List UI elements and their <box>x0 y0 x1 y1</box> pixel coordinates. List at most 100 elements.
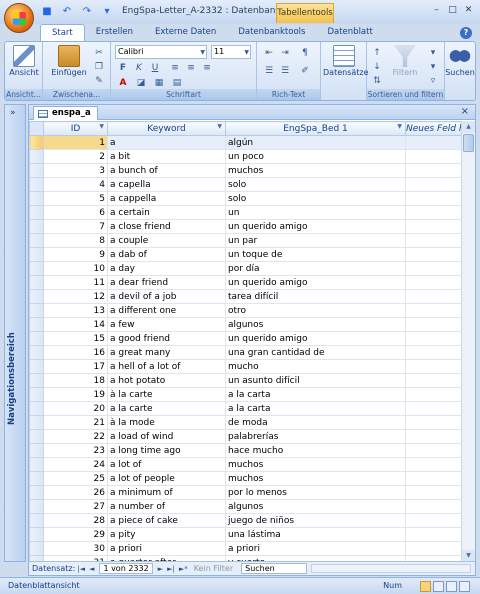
table-row[interactable]: 11 a dear friend un querido amigo <box>29 275 462 290</box>
cell-new-field[interactable] <box>405 191 462 206</box>
table-row[interactable]: 6a certain un <box>29 205 462 220</box>
cell-new-field[interactable] <box>405 345 462 360</box>
cell-id[interactable]: 1 <box>43 135 108 150</box>
cell-keyword[interactable]: a dear friend <box>107 275 226 290</box>
cell-id[interactable]: 12 <box>43 289 108 304</box>
table-row[interactable]: 22 a load of wind palabrerías <box>29 429 462 444</box>
cell-keyword[interactable]: a pity <box>107 527 226 542</box>
table-row[interactable]: 12 a devil of a job tarea difícil <box>29 289 462 304</box>
table-row[interactable]: 13 a different one otro <box>29 303 462 318</box>
cell-engspa-bed-1[interactable]: un toque de <box>225 247 406 262</box>
previous-record-icon[interactable]: ◄ <box>89 565 94 573</box>
cell-new-field[interactable] <box>405 541 462 556</box>
cell-id[interactable]: 15 <box>43 331 108 346</box>
cell-engspa-bed-1[interactable]: por lo menos <box>225 485 406 500</box>
cell-keyword[interactable]: a minimum of <box>107 485 226 500</box>
cell-engspa-bed-1[interactable]: una gran cantidad de <box>225 345 406 360</box>
new-record-icon[interactable]: ►* <box>179 565 188 573</box>
table-row[interactable]: 24 a lot of muchos <box>29 457 462 472</box>
cell-keyword[interactable]: a dab of <box>107 247 226 262</box>
row-selector[interactable] <box>29 471 44 486</box>
redo-icon[interactable]: ↷ <box>80 5 94 18</box>
cell-id[interactable]: 22 <box>43 429 108 444</box>
align-left-icon[interactable]: ≡ <box>167 61 183 75</box>
row-selector[interactable] <box>29 527 44 542</box>
table-row[interactable]: 21 à la mode de moda <box>29 415 462 430</box>
table-row[interactable]: 18 a hot potato un asunto difícil <box>29 373 462 388</box>
minimize-icon[interactable]: – <box>429 4 444 18</box>
cell-keyword[interactable]: a <box>107 135 226 150</box>
row-selector[interactable] <box>29 457 44 472</box>
cut-icon[interactable]: ✂ <box>91 46 107 60</box>
cell-keyword[interactable]: a la carte <box>107 401 226 416</box>
cell-keyword[interactable]: a different one <box>107 303 226 318</box>
column-header-keyword[interactable]: Keyword ▼ <box>107 121 226 136</box>
column-header-engspa-bed-1[interactable]: EngSpa_Bed 1 ▼ <box>225 121 406 136</box>
pivot-table-view-icon[interactable] <box>433 581 444 592</box>
cell-engspa-bed-1[interactable]: otro <box>225 303 406 318</box>
row-selector[interactable] <box>29 191 44 206</box>
cell-id[interactable]: 2 <box>43 149 108 164</box>
cell-engspa-bed-1[interactable]: a la carta <box>225 401 406 416</box>
tab-start[interactable]: Start <box>40 24 85 41</box>
cell-id[interactable]: 20 <box>43 401 108 416</box>
sort-descending-icon[interactable]: ↓ <box>369 60 385 74</box>
row-selector[interactable] <box>29 205 44 220</box>
cell-engspa-bed-1[interactable]: solo <box>225 191 406 206</box>
row-selector[interactable] <box>29 275 44 290</box>
cell-new-field[interactable] <box>405 247 462 262</box>
cell-engspa-bed-1[interactable]: por día <box>225 261 406 276</box>
fill-color-icon[interactable]: ◪ <box>133 76 149 90</box>
table-row[interactable]: 1 a algún <box>29 135 462 150</box>
cell-id[interactable]: 8 <box>43 233 108 248</box>
cell-id[interactable]: 23 <box>43 443 108 458</box>
cell-keyword[interactable]: a devil of a job <box>107 289 226 304</box>
datensaetze-button[interactable]: Datensätze <box>323 45 369 77</box>
cell-new-field[interactable] <box>405 373 462 388</box>
table-row[interactable]: 4a capella solo <box>29 177 462 192</box>
cell-new-field[interactable] <box>405 457 462 472</box>
cell-engspa-bed-1[interactable]: un poco <box>225 149 406 164</box>
tab-externe-daten[interactable]: Externe Daten <box>144 24 227 41</box>
cell-keyword[interactable]: a few <box>107 317 226 332</box>
cell-new-field[interactable] <box>405 471 462 486</box>
cell-new-field[interactable] <box>405 177 462 192</box>
table-row[interactable]: 8a couple un par <box>29 233 462 248</box>
cell-id[interactable]: 3 <box>43 163 108 178</box>
row-selector[interactable] <box>29 261 44 276</box>
close-icon[interactable]: ✕ <box>461 4 476 18</box>
cell-engspa-bed-1[interactable]: una lástima <box>225 527 406 542</box>
filter-status[interactable]: Kein Filter <box>194 564 233 573</box>
table-row[interactable]: 23 a long time ago hace mucho <box>29 443 462 458</box>
row-selector[interactable] <box>29 163 44 178</box>
cell-keyword[interactable]: a lot of people <box>107 471 226 486</box>
row-selector[interactable] <box>29 513 44 528</box>
cell-id[interactable]: 25 <box>43 471 108 486</box>
undo-icon[interactable]: ↶ <box>60 5 74 18</box>
filter-button[interactable]: Filtern <box>387 45 423 77</box>
chevron-down-icon[interactable]: ▼ <box>99 123 104 130</box>
cell-engspa-bed-1[interactable]: un <box>225 205 406 220</box>
cell-engspa-bed-1[interactable]: muchos <box>225 457 406 472</box>
row-selector[interactable] <box>29 135 44 150</box>
align-right-icon[interactable]: ≡ <box>199 61 215 75</box>
table-row[interactable]: 17 a hell of a lot of mucho <box>29 359 462 374</box>
cell-keyword[interactable]: a piece of cake <box>107 513 226 528</box>
help-icon[interactable]: ? <box>460 27 472 39</box>
row-selector[interactable] <box>29 149 44 164</box>
cell-new-field[interactable] <box>405 275 462 290</box>
tab-erstellen[interactable]: Erstellen <box>85 24 144 41</box>
cell-new-field[interactable] <box>405 205 462 220</box>
cell-new-field[interactable] <box>405 499 462 514</box>
cell-new-field[interactable] <box>405 303 462 318</box>
table-row[interactable]: 7a close friend un querido amigo <box>29 219 462 234</box>
font-name-combo[interactable]: Calibri ▼ <box>115 45 207 59</box>
einfuegen-button[interactable]: Einfügen <box>51 45 87 77</box>
cell-engspa-bed-1[interactable]: un par <box>225 233 406 248</box>
row-selector[interactable] <box>29 233 44 248</box>
cell-new-field[interactable] <box>405 261 462 276</box>
table-row[interactable]: 5a cappella solo <box>29 191 462 206</box>
cell-keyword[interactable]: a close friend <box>107 219 226 234</box>
select-all-corner[interactable] <box>29 121 44 136</box>
paragraph-icon[interactable]: ¶ <box>297 46 313 60</box>
